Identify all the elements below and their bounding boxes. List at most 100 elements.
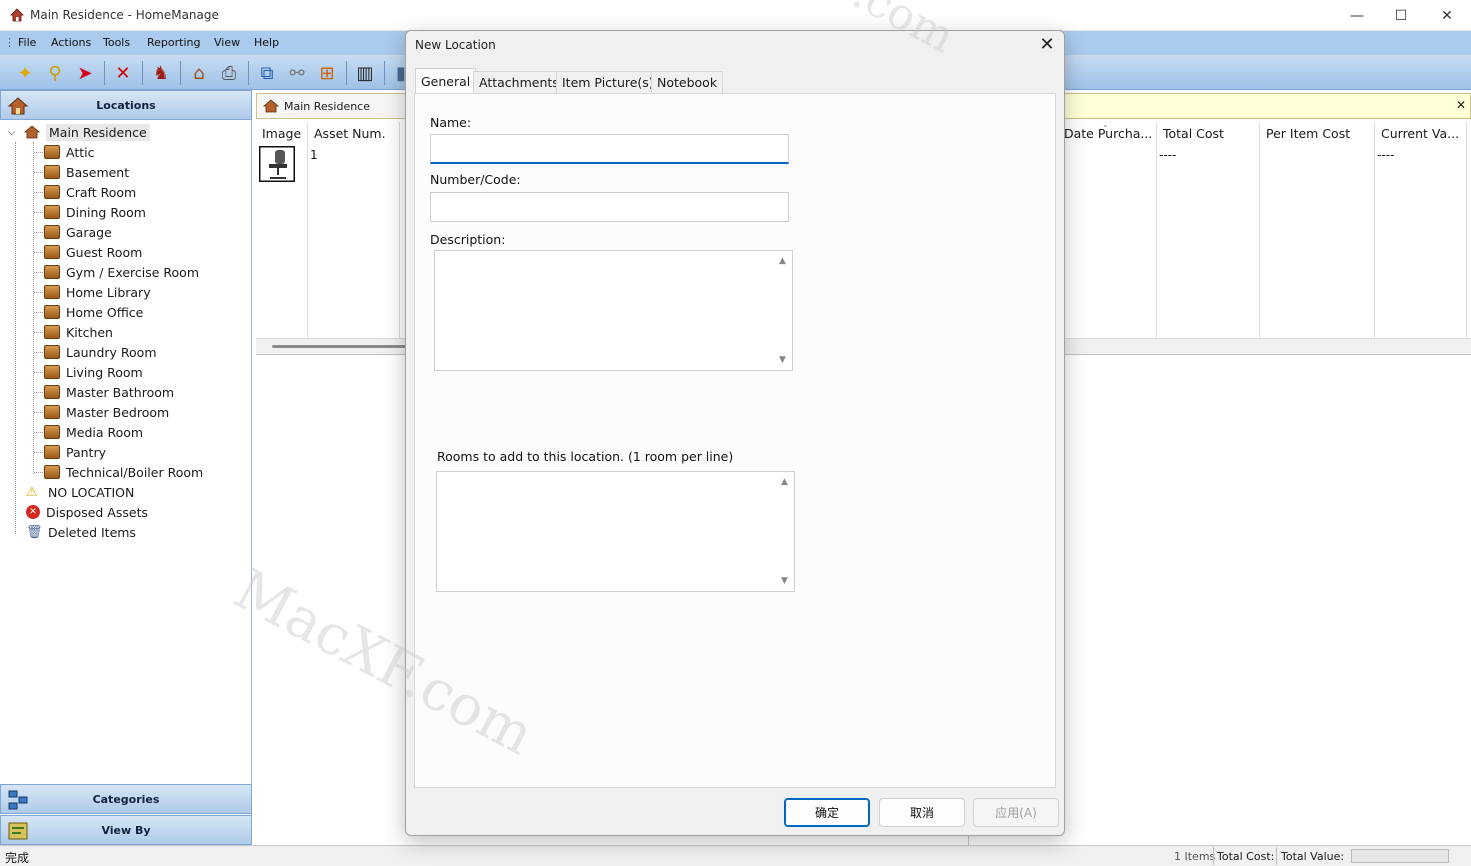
tree-item-room[interactable]: Home Office [44,302,143,322]
locations-header-label: Locations [96,98,156,112]
tab-attachments[interactable]: Attachments [473,71,565,93]
apply-button[interactable]: 应用(A) [973,798,1059,827]
tree-connector [34,392,43,393]
column-current-value[interactable]: Current Va... ---- [1375,122,1467,338]
chevron-down-icon[interactable]: ⌵ [8,127,20,138]
add-picture-icon[interactable]: ⊞ [314,60,340,86]
column-header-per-item-cost: Per Item Cost [1266,126,1351,141]
column-date-purchased[interactable]: Date Purcha... ⌄ [1062,120,1157,338]
locations-header[interactable]: Locations [0,90,252,120]
title-bar: Main Residence - HomeManage — ☐ ✕ [0,0,1471,31]
find-icon[interactable]: ⚲ [42,60,68,86]
menu-tools[interactable]: Tools [103,36,130,49]
tree-item-label: Technical/Boiler Room [66,464,204,480]
delete-icon[interactable]: ✕ [110,60,136,86]
categories-header[interactable]: Categories [0,784,252,814]
scroll-up-icon[interactable]: ▲ [781,477,788,487]
menu-view[interactable]: View [214,36,240,49]
tab-general[interactable]: General [415,68,477,94]
name-input[interactable] [430,134,789,164]
tree-item-room[interactable]: Media Room [44,422,143,442]
warning-icon: ⚠ [26,485,38,500]
column-asset-num[interactable]: Asset Num. 1 [308,122,400,338]
tree-root-main-residence[interactable]: ⌵ Main Residence [8,122,150,142]
barcode-icon[interactable]: ▥ [352,60,378,86]
ok-button[interactable]: 确定 [784,798,870,827]
toolbar-separator [248,61,249,85]
description-scrollbar[interactable]: ▲ ▼ [776,251,792,370]
tree-connector [34,152,43,153]
tree-item-label: Living Room [66,364,143,380]
print-icon[interactable]: ⎙ [216,60,242,86]
user-icon[interactable]: ♞ [148,60,174,86]
menu-help[interactable]: Help [254,36,279,49]
scrollbar-thumb[interactable] [272,345,412,348]
description-textarea[interactable]: ▲ ▼ [434,250,793,371]
tree-item-no-location[interactable]: ⚠ NO LOCATION [26,482,134,502]
menu-file[interactable]: File [18,36,36,49]
column-total-cost[interactable]: Total Cost ---- [1157,122,1260,338]
location-house-icon[interactable]: ⌂ [186,60,212,86]
dialog-title: New Location [415,38,496,52]
tree-item-room[interactable]: Kitchen [44,322,113,342]
tree-item-label: Pantry [66,444,106,460]
tree-item-room[interactable]: Pantry [44,442,106,462]
attachment-icon[interactable]: ⚯ [284,60,310,86]
close-window-button[interactable]: ✕ [1424,0,1470,31]
menu-actions[interactable]: Actions [51,36,91,49]
minimize-button[interactable]: — [1334,0,1380,31]
tree-item-label: Basement [66,164,130,180]
tree-item-room[interactable]: Gym / Exercise Room [44,262,199,282]
cancel-button[interactable]: 取消 [879,798,965,827]
divider [1213,847,1214,865]
tree-item-room[interactable]: Basement [44,162,129,182]
tree-item-label: Guest Room [66,244,143,260]
close-filter-icon[interactable]: ✕ [1456,98,1466,112]
tree-item-disposed-assets[interactable]: ✕ Disposed Assets [26,502,148,522]
tree-connector [34,252,43,253]
general-tab-panel: Name: Number/Code: Description: ▲ ▼ Room… [414,93,1056,788]
tree-item-room[interactable]: Technical/Boiler Room [44,462,203,482]
number-code-input[interactable] [430,192,789,222]
name-label: Name: [430,115,472,130]
maximize-button[interactable]: ☐ [1378,0,1424,31]
dialog-close-button[interactable]: ✕ [1036,33,1058,55]
house-icon [263,99,279,113]
scroll-up-icon[interactable]: ▲ [779,256,786,266]
categories-icon [8,790,28,810]
tree-item-room[interactable]: Laundry Room [44,342,157,362]
tree-item-room[interactable]: Craft Room [44,182,136,202]
tree-item-label: Disposed Assets [46,504,148,520]
edit-item-icon[interactable]: ➤ [72,60,98,86]
item-thumbnail-chair-icon[interactable] [259,146,295,182]
tree-connector [34,332,43,333]
tree-connector [34,412,43,413]
tree-item-room[interactable]: Master Bedroom [44,402,169,422]
room-box-icon [44,325,60,339]
tab-notebook[interactable]: Notebook [651,71,724,93]
tree-item-room[interactable]: Dining Room [44,202,146,222]
tree-item-deleted-items[interactable]: 🗑 Deleted Items [26,522,136,542]
tree-item-room[interactable]: Living Room [44,362,143,382]
tab-item-pictures[interactable]: Item Picture(s) [556,71,660,93]
tree-item-label: Craft Room [66,184,137,200]
move-icon[interactable]: ⧉ [254,60,280,86]
scroll-down-icon[interactable]: ▼ [781,576,788,586]
menu-reporting[interactable]: Reporting [147,36,200,49]
rooms-textarea[interactable]: ▲ ▼ [436,471,795,592]
status-text: 完成 [5,851,30,865]
breadcrumb[interactable]: Main Residence [257,94,407,118]
rooms-scrollbar[interactable]: ▲ ▼ [778,472,794,591]
column-per-item-cost[interactable]: Per Item Cost [1260,122,1375,338]
scroll-down-icon[interactable]: ▼ [779,355,786,365]
viewby-header[interactable]: View By [0,815,252,845]
new-item-icon[interactable]: ✦ [12,60,38,86]
status-bar: 完成 1 Items Total Cost: Total Value: [0,845,1471,866]
breadcrumb-label: Main Residence [284,99,370,113]
tree-item-room[interactable]: Attic [44,142,94,162]
tree-item-room[interactable]: Master Bathroom [44,382,174,402]
tree-item-room[interactable]: Garage [44,222,112,242]
tree-item-room[interactable]: Home Library [44,282,151,302]
column-image[interactable]: Image [256,122,308,338]
tree-item-room[interactable]: Guest Room [44,242,142,262]
